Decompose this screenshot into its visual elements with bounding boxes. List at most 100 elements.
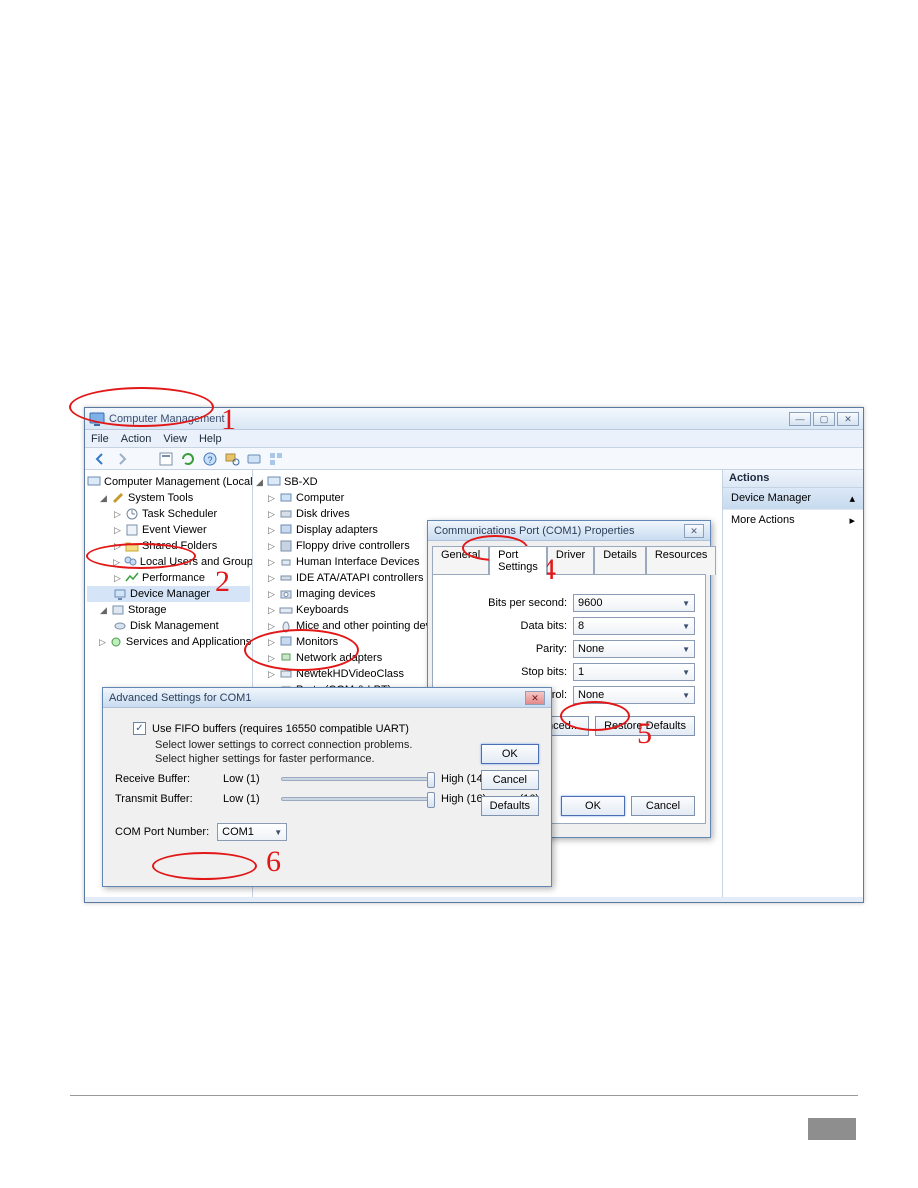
properties-ok-button[interactable]: OK	[561, 796, 625, 816]
bps-value: 9600	[578, 597, 602, 609]
properties-close-icon[interactable]: ✕	[684, 524, 704, 538]
chevron-down-icon: ▼	[682, 668, 690, 677]
devtree-ide-label: IDE ATA/ATAPI controllers	[296, 572, 424, 584]
expander-icon[interactable]: ▷	[113, 525, 122, 536]
expander-icon[interactable]: ▷	[113, 541, 122, 552]
app-icon	[89, 411, 105, 427]
services-icon	[109, 635, 123, 649]
tab-resources[interactable]: Resources	[646, 546, 717, 575]
receive-buffer-slider[interactable]	[281, 777, 433, 781]
chevron-down-icon: ▼	[682, 622, 690, 631]
properties-icon[interactable]	[157, 450, 175, 468]
refresh-icon[interactable]	[179, 450, 197, 468]
tree-task-scheduler[interactable]: ▷ Task Scheduler	[87, 506, 250, 522]
menu-help[interactable]: Help	[199, 433, 222, 445]
expander-icon[interactable]: ▷	[99, 637, 106, 648]
parity-combo[interactable]: None▼	[573, 640, 695, 658]
expander-icon[interactable]: ▷	[267, 509, 276, 520]
actions-device-manager-row[interactable]: Device Manager ▴	[723, 488, 863, 510]
com-port-number-combo[interactable]: COM1 ▼	[217, 823, 287, 841]
nav-back-icon[interactable]	[91, 450, 109, 468]
tree-event-viewer[interactable]: ▷ Event Viewer	[87, 522, 250, 538]
advanced-cancel-button[interactable]: Cancel	[481, 770, 539, 790]
maximize-button[interactable]: ▢	[813, 412, 835, 426]
advanced-close-icon[interactable]: ✕	[525, 691, 545, 705]
expander-icon[interactable]: ▷	[113, 573, 122, 584]
expander-icon[interactable]: ▷	[267, 573, 276, 584]
toolbar-divider	[135, 450, 153, 468]
task-scheduler-label: Task Scheduler	[142, 508, 217, 520]
expander-icon[interactable]: ▷	[267, 525, 276, 536]
menu-file[interactable]: File	[91, 433, 109, 445]
menu-view[interactable]: View	[163, 433, 187, 445]
video-icon	[279, 667, 293, 681]
expander-icon[interactable]: ▷	[267, 589, 276, 600]
flow-control-combo[interactable]: None▼	[573, 686, 695, 704]
tree-performance[interactable]: ▷ Performance	[87, 570, 250, 586]
window-title: Computer Management	[109, 413, 789, 425]
event-viewer-label: Event Viewer	[142, 524, 207, 536]
advanced-ok-button[interactable]: OK	[481, 744, 539, 764]
event-icon	[125, 523, 139, 537]
devtree-imaging-label: Imaging devices	[296, 588, 376, 600]
system-tools-label: System Tools	[128, 492, 193, 504]
device-manager-label: Device Manager	[130, 588, 210, 600]
use-fifo-checkbox[interactable]: ✓	[133, 722, 146, 735]
expander-icon[interactable]: ▷	[267, 637, 276, 648]
tab-details[interactable]: Details	[594, 546, 646, 575]
devtree-hid-label: Human Interface Devices	[296, 556, 420, 568]
advanced-defaults-button[interactable]: Defaults	[481, 796, 539, 816]
screenshot-stage: Computer Management — ▢ ✕ File Action Vi…	[84, 407, 864, 907]
minimize-button[interactable]: —	[789, 412, 811, 426]
expander-icon[interactable]: ◢	[99, 605, 108, 616]
expander-icon[interactable]: ▷	[267, 669, 276, 680]
devtree-floppy-label: Floppy drive controllers	[296, 540, 410, 552]
expander-icon[interactable]: ▷	[267, 605, 276, 616]
tab-general[interactable]: General	[432, 546, 489, 575]
data-bits-combo[interactable]: 8▼	[573, 617, 695, 635]
help-icon[interactable]: ?	[201, 450, 219, 468]
chevron-right-icon: ▸	[849, 514, 855, 527]
expander-icon[interactable]: ◢	[99, 493, 108, 504]
slider-thumb-icon[interactable]	[427, 772, 435, 788]
tree-device-manager[interactable]: Device Manager	[87, 586, 250, 602]
scan-hw-icon[interactable]	[223, 450, 241, 468]
tree-system-tools[interactable]: ◢ System Tools	[87, 490, 250, 506]
transmit-buffer-slider[interactable]	[281, 797, 433, 801]
hint-low: Select lower settings to correct connect…	[133, 739, 539, 751]
tree-local-users[interactable]: ▷Local Users and Groups	[87, 554, 250, 570]
com-port-number-value: COM1	[222, 826, 254, 838]
performance-label: Performance	[142, 572, 205, 584]
slider-thumb-icon[interactable]	[427, 792, 435, 808]
expander-icon[interactable]: ▷	[267, 557, 276, 568]
device-icon[interactable]	[245, 450, 263, 468]
actions-more-actions[interactable]: More Actions ▸	[723, 510, 863, 531]
expander-icon[interactable]: ▷	[113, 509, 122, 520]
nav-fwd-icon[interactable]	[113, 450, 131, 468]
view-options-icon[interactable]	[267, 450, 285, 468]
tree-storage[interactable]: ◢Storage	[87, 602, 250, 618]
tree-root[interactable]: Computer Management (Local	[87, 474, 250, 490]
expander-icon[interactable]: ▷	[113, 557, 120, 568]
close-button[interactable]: ✕	[837, 412, 859, 426]
tab-driver[interactable]: Driver	[547, 546, 594, 575]
devtree-computer[interactable]: ▷Computer	[255, 490, 720, 506]
menu-action[interactable]: Action	[121, 433, 152, 445]
com-port-number-label: COM Port Number:	[115, 826, 209, 838]
expander-icon[interactable]: ▷	[267, 541, 276, 552]
tree-disk-mgmt[interactable]: Disk Management	[87, 618, 250, 634]
properties-cancel-button[interactable]: Cancel	[631, 796, 695, 816]
stop-bits-combo[interactable]: 1▼	[573, 663, 695, 681]
tab-port-settings[interactable]: Port Settings	[489, 546, 547, 575]
tree-shared-folders[interactable]: ▷Shared Folders	[87, 538, 250, 554]
bps-combo[interactable]: 9600▼	[573, 594, 695, 612]
restore-defaults-button[interactable]: Restore Defaults	[595, 716, 695, 736]
expander-icon[interactable]: ▷	[267, 621, 276, 632]
expander-icon[interactable]: ▷	[267, 653, 276, 664]
expander-icon[interactable]: ◢	[255, 477, 264, 488]
devtree-host[interactable]: ◢SB-XD	[255, 474, 720, 490]
tree-services-apps[interactable]: ▷Services and Applications	[87, 634, 250, 650]
expander-icon[interactable]: ▷	[267, 493, 276, 504]
use-fifo-label: Use FIFO buffers (requires 16550 compati…	[152, 723, 409, 735]
mouse-icon	[279, 619, 293, 633]
